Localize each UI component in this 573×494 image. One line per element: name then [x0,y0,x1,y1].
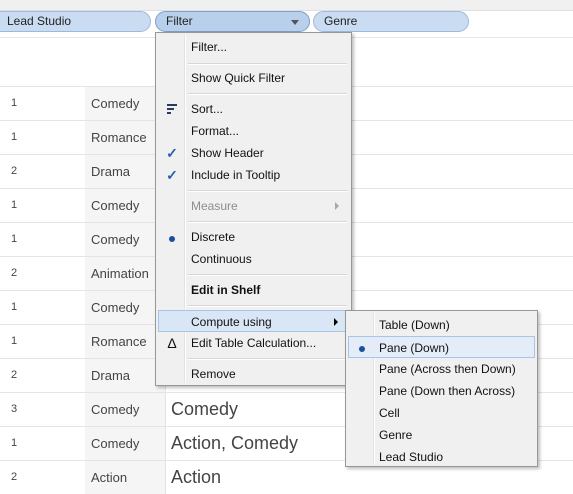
submenu-item-table-down[interactable]: Table (Down) [348,314,535,336]
submenu-item-pane-across-then-down[interactable]: Pane (Across then Down) [348,358,535,380]
menu-item-compute-using[interactable]: Compute using [158,310,349,332]
menu-separator [188,221,347,223]
genre-cell: Romance [85,325,165,358]
menu-item-format[interactable]: Format... [158,120,349,142]
genre-pill[interactable]: Genre [313,11,469,32]
count-cell: 1 [0,427,85,460]
submenu-item-label: Pane (Down then Across) [379,384,516,398]
submenu-item-label: Pane (Down) [379,341,450,355]
genre-cell: Comedy [85,223,165,256]
genre-cell: Comedy [85,427,165,460]
menu-separator [188,93,347,95]
genre-cell: Comedy [85,291,165,324]
submenu-item-genre[interactable]: Genre [348,424,535,446]
menu-item-show-quick-filter[interactable]: Show Quick Filter [158,67,349,89]
radio-dot-icon [353,337,371,359]
menu-item-label: Include in Tooltip [191,168,281,182]
menu-item-label: Compute using [191,315,272,329]
submenu-item-label: Genre [379,428,413,442]
menu-item-remove[interactable]: Remove [158,363,349,385]
toolbar-strip [0,0,573,11]
compute-using-submenu: Table (Down) Pane (Down) Pane (Across th… [345,310,538,467]
delta-icon: Δ [167,335,177,351]
pill-label: Genre [324,14,358,28]
menu-item-continuous[interactable]: Continuous [158,248,349,270]
menu-item-label: Continuous [191,252,252,266]
submenu-arrow-icon [334,318,338,326]
menu-item-measure: Measure [158,195,349,217]
menu-item-discrete[interactable]: Discrete [158,226,349,248]
context-menu: Filter... Show Quick Filter Sort... Form… [155,32,352,386]
submenu-item-pane-down[interactable]: Pane (Down) [348,336,535,358]
submenu-item-pane-down-then-across[interactable]: Pane (Down then Across) [348,380,535,402]
lead-studio-pill[interactable]: Lead Studio [0,11,151,32]
submenu-arrow-icon [335,202,339,210]
checkmark-icon: ✓ [166,167,178,183]
count-cell: 2 [0,257,85,290]
menu-item-label: Filter... [191,40,228,54]
submenu-item-lead-studio[interactable]: Lead Studio [348,446,535,468]
menu-item-label: Show Quick Filter [191,71,286,85]
menu-item-label: Measure [191,199,238,213]
menu-item-label: Format... [191,124,240,138]
checkmark-icon: ✓ [166,145,178,161]
count-cell: 1 [0,121,85,154]
menu-item-label: Show Header [191,146,264,160]
menu-item-label: Remove [191,367,236,381]
pill-label: Filter [166,14,193,28]
menu-separator [188,305,347,307]
count-cell: 2 [0,461,85,494]
menu-item-include-in-tooltip[interactable]: ✓ Include in Tooltip [158,164,349,186]
count-cell: 2 [0,155,85,188]
filter-pill[interactable]: Filter [155,11,310,32]
menu-item-show-header[interactable]: ✓ Show Header [158,142,349,164]
count-cell: 2 [0,359,85,392]
menu-item-edit-in-shelf[interactable]: Edit in Shelf [158,279,349,301]
genre-cell: Comedy [85,87,165,120]
menu-separator [188,63,347,65]
menu-item-label: Edit in Shelf [191,283,261,297]
pill-label: Lead Studio [7,14,72,28]
menu-separator [188,274,347,276]
count-cell: 1 [0,223,85,256]
genre-cell: Romance [85,121,165,154]
sort-icon [162,98,182,120]
submenu-item-label: Lead Studio [379,450,444,464]
count-cell: 1 [0,189,85,222]
menu-separator [188,358,347,360]
genre-cell: Action [85,461,165,494]
genre-cell: Comedy [85,393,165,426]
menu-item-sort[interactable]: Sort... [158,98,349,120]
submenu-item-cell[interactable]: Cell [348,402,535,424]
count-cell: 3 [0,393,85,426]
count-cell: 1 [0,325,85,358]
submenu-item-label: Table (Down) [379,318,450,332]
radio-dot-icon [162,226,182,248]
genre-cell: Drama [85,359,165,392]
menu-item-label: Edit Table Calculation... [191,336,317,350]
genre-cell: Drama [85,155,165,188]
menu-item-label: Sort... [191,102,224,116]
submenu-item-label: Cell [379,406,400,420]
count-cell: 1 [0,291,85,324]
submenu-item-label: Pane (Across then Down) [379,362,516,376]
menu-separator [188,190,347,192]
count-cell: 1 [0,87,85,120]
menu-item-label: Discrete [191,230,236,244]
menu-item-edit-table-calculation[interactable]: Δ Edit Table Calculation... [158,332,349,354]
genre-cell: Animation [85,257,165,290]
chevron-down-icon[interactable] [291,20,299,25]
genre-cell: Comedy [85,189,165,222]
menu-item-filter[interactable]: Filter... [158,36,349,58]
